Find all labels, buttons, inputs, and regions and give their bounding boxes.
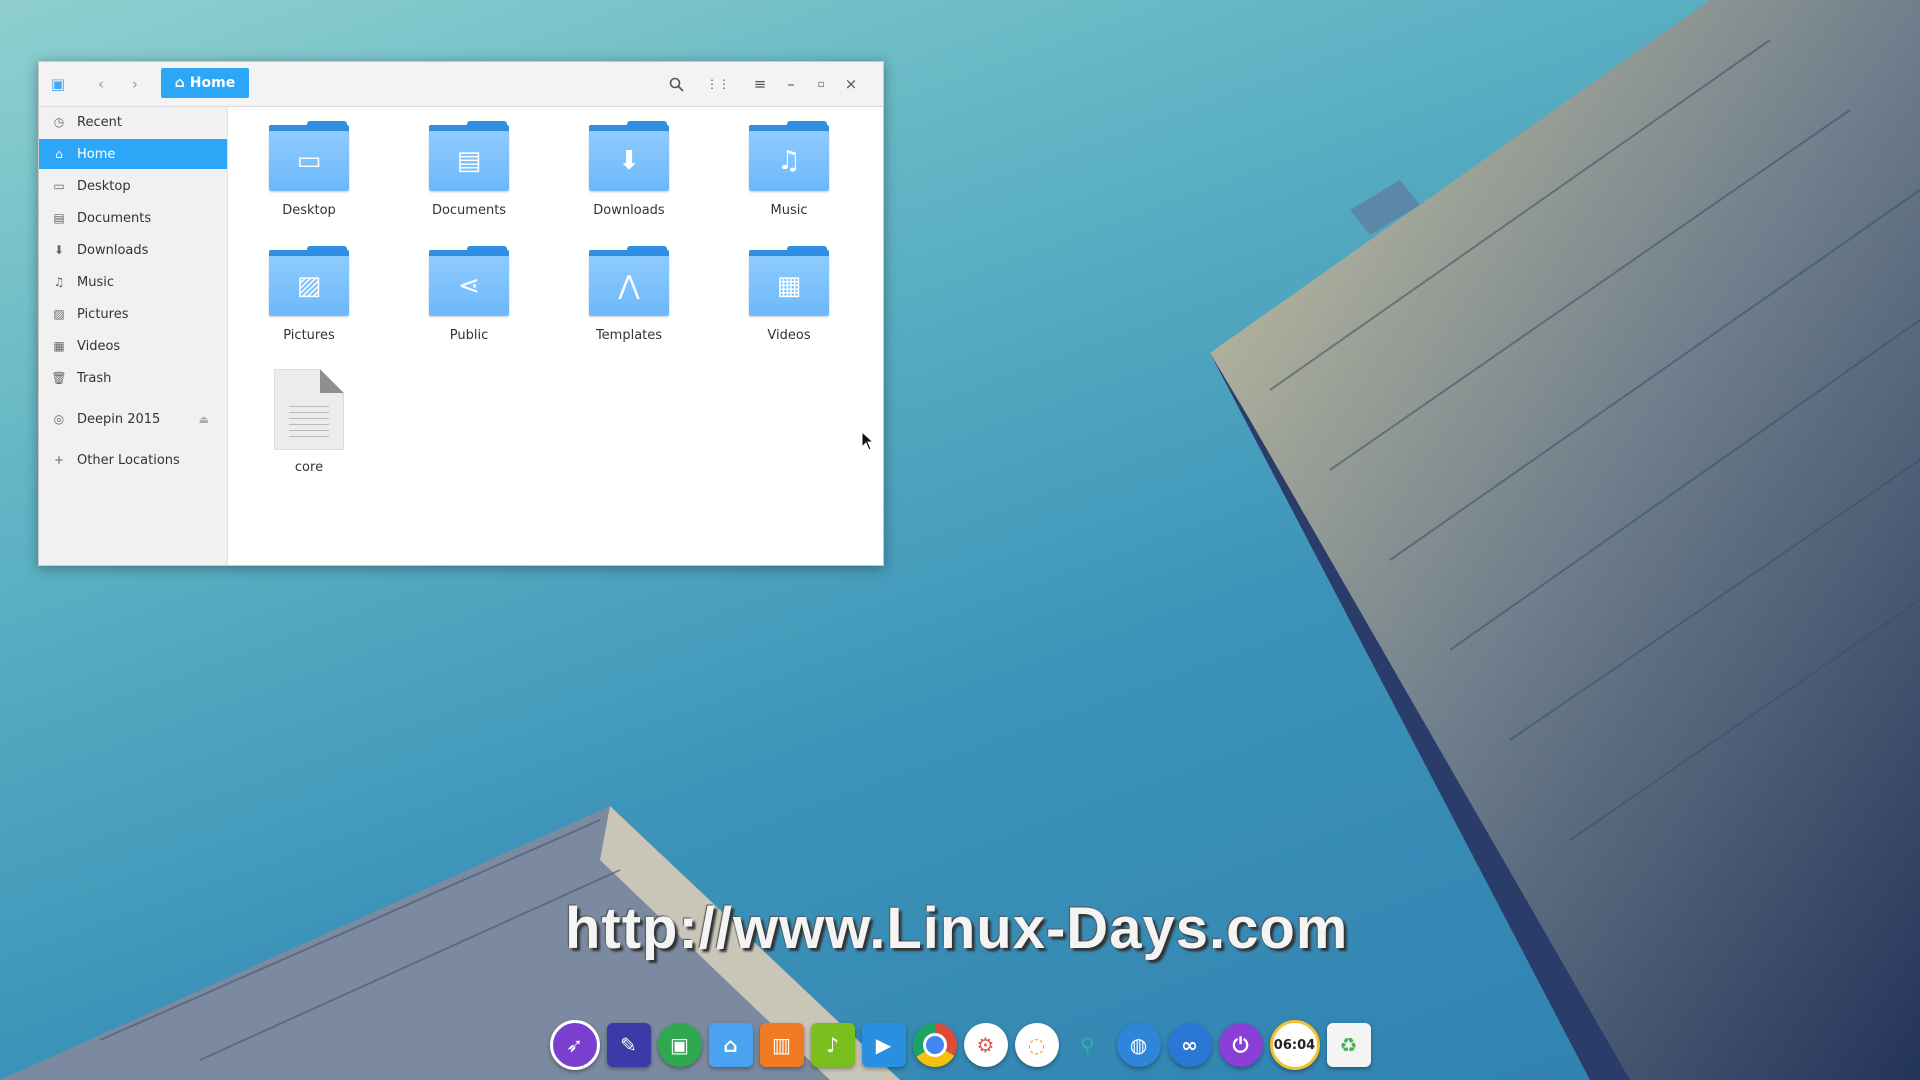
clock-app-icon[interactable]: 06:04 (1269, 1020, 1320, 1070)
dock: ➶ ✎ ▣ ⌂ ▥ ♪ ▶ ⚙ ◌ ⚲ ◍ ∞ ⏻ 06:04 ♻ (535, 1012, 1385, 1078)
sidebar-item-label: Music (77, 274, 114, 290)
download-icon: ⬇ (53, 243, 65, 257)
file-label: Downloads (593, 203, 665, 218)
mouse-cursor-icon (861, 431, 875, 451)
search-icon[interactable] (664, 72, 688, 96)
link-icon[interactable]: ∞ (1167, 1023, 1212, 1067)
folder-music[interactable]: ♫ Music (729, 115, 849, 225)
document-icon: ▤ (53, 211, 65, 225)
folder-downloads[interactable]: ⬇ Downloads (569, 115, 689, 225)
recycle-bin-icon[interactable]: ♻ (1326, 1023, 1371, 1067)
eject-icon[interactable]: ⏏ (199, 413, 209, 426)
plus-icon: + (53, 453, 65, 467)
sidebar-item-label: Deepin 2015 (77, 411, 161, 427)
disc-icon: ◎ (53, 412, 65, 426)
picture-icon: ▨ (269, 256, 349, 316)
file-label: Pictures (283, 328, 335, 343)
sidebar-item-documents[interactable]: ▤ Documents (39, 203, 227, 233)
sidebar-item-label: Videos (77, 338, 121, 354)
file-label: core (294, 460, 324, 475)
sidebar-item-label: Documents (77, 210, 152, 226)
folder-documents[interactable]: ▤ Documents (409, 115, 529, 225)
sidebar-item-label: Pictures (77, 306, 129, 322)
sidebar-item-other-locations[interactable]: + Other Locations (39, 445, 227, 475)
sidebar-item-label: Home (77, 146, 116, 162)
browser-globe-icon[interactable]: ◍ (1116, 1023, 1161, 1067)
home-icon: ⌂ (55, 147, 63, 161)
sidebar-item-label: Downloads (77, 242, 149, 258)
power-icon[interactable]: ⏻ (1218, 1023, 1263, 1067)
watermark-text: http://www.Linux-Days.com (565, 896, 1349, 961)
music-icon: ♫ (53, 275, 65, 289)
launcher-icon[interactable]: ➶ (549, 1020, 600, 1070)
folder-public[interactable]: ⋖ Public (409, 240, 529, 350)
file-label: Public (449, 328, 489, 343)
file-manager-window: ▣ ‹ › ⌂ Home ⋮⋮ ≡ – ▫ × ◷ Recent ⌂ Home … (38, 61, 884, 566)
store-bag-icon[interactable]: ▥ (759, 1023, 804, 1067)
text-editor-icon[interactable]: ✎ (606, 1023, 651, 1067)
sidebar-item-home[interactable]: ⌂ Home (39, 139, 227, 169)
sidebar-item-trash[interactable]: 🗑 Trash (39, 363, 227, 393)
maximize-icon[interactable]: ▫ (809, 72, 833, 96)
sidebar-item-recent[interactable]: ◷ Recent (39, 107, 227, 137)
sidebar-item-label: Other Locations (77, 452, 180, 468)
sidebar-item-pictures[interactable]: ▨ Pictures (39, 299, 227, 329)
sidebar-item-label: Desktop (77, 178, 131, 194)
desktop-icon: ▭ (269, 131, 349, 191)
sidebar-item-label: Trash (77, 370, 112, 386)
trash-icon: 🗑 (51, 371, 67, 385)
clock-time: 06:04 (1273, 1037, 1316, 1053)
sidebar: ◷ Recent ⌂ Home ▭ Desktop ▤ Documents ⬇ … (39, 107, 228, 565)
clock-icon: ◷ (53, 115, 65, 129)
text-file-icon (274, 369, 344, 450)
folder-pictures[interactable]: ▨ Pictures (249, 240, 369, 350)
chevron-right-icon[interactable]: › (123, 72, 147, 96)
file-manager-icon[interactable]: ⌂ (708, 1023, 753, 1067)
settings-icon[interactable]: ⚙ (963, 1023, 1008, 1067)
sidebar-item-downloads[interactable]: ⬇ Downloads (39, 235, 227, 265)
share-icon: ⋖ (429, 256, 509, 316)
sidebar-item-desktop[interactable]: ▭ Desktop (39, 171, 227, 201)
file-label: Videos (767, 328, 811, 343)
app-store-icon[interactable]: ▣ (657, 1023, 702, 1067)
folder-desktop[interactable]: ▭ Desktop (249, 115, 369, 225)
close-icon[interactable]: × (839, 72, 863, 96)
screenshot-icon[interactable]: ◌ (1014, 1023, 1059, 1067)
music-icon: ♫ (749, 131, 829, 191)
file-grid: ▭ Desktop ▤ Documents ⬇ Downloads ♫ Musi… (228, 107, 883, 565)
download-icon: ⬇ (589, 131, 669, 191)
home-icon: ⌂ (174, 75, 185, 91)
sidebar-item-music[interactable]: ♫ Music (39, 267, 227, 297)
desktop-icon: ▭ (53, 179, 65, 193)
path-home-label: Home (189, 75, 236, 91)
folder-videos[interactable]: ▦ Videos (729, 240, 849, 350)
titlebar: ▣ ‹ › ⌂ Home ⋮⋮ ≡ – ▫ × (39, 62, 883, 107)
chevron-left-icon[interactable]: ‹ (89, 72, 113, 96)
grid-view-icon[interactable]: ⋮⋮ (706, 72, 730, 96)
file-label: Desktop (282, 203, 336, 218)
picture-icon: ▨ (53, 307, 65, 321)
usb-icon[interactable]: ⚲ (1066, 1023, 1110, 1067)
hamburger-menu-icon[interactable]: ≡ (748, 72, 772, 96)
app-folder-icon: ▣ (50, 75, 66, 93)
folder-templates[interactable]: ⋀ Templates (569, 240, 689, 350)
video-icon: ▦ (53, 339, 65, 353)
video-player-icon[interactable]: ▶ (861, 1023, 906, 1067)
path-home-button[interactable]: ⌂ Home (161, 68, 249, 98)
film-icon: ▦ (749, 256, 829, 316)
minimize-icon[interactable]: – (779, 72, 803, 96)
sidebar-item-videos[interactable]: ▦ Videos (39, 331, 227, 361)
file-core[interactable]: core (249, 365, 369, 475)
file-label: Documents (431, 203, 507, 218)
document-icon: ▤ (429, 131, 509, 191)
file-label: Templates (595, 328, 663, 343)
chrome-icon[interactable] (912, 1023, 957, 1067)
sidebar-item-label: Recent (77, 114, 122, 130)
sidebar-item-deepin-2015[interactable]: ◎ Deepin 2015 ⏏ (39, 404, 227, 434)
music-player-icon[interactable]: ♪ (810, 1023, 855, 1067)
file-label: Music (770, 203, 808, 218)
compass-icon: ⋀ (589, 256, 669, 316)
